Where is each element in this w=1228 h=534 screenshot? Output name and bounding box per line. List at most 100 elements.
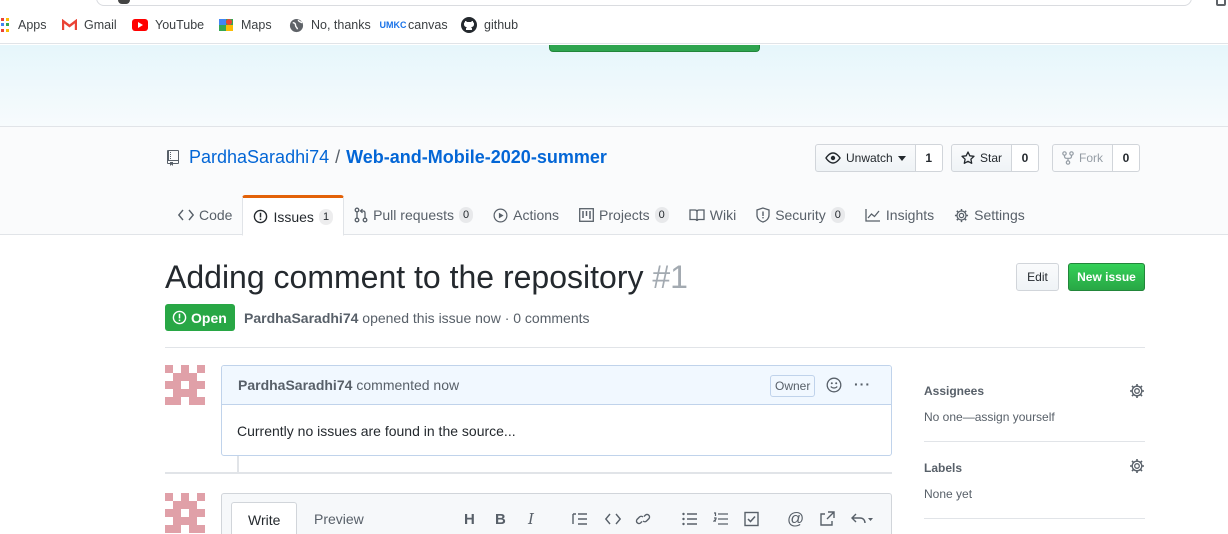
- tab-actions[interactable]: Actions: [483, 195, 569, 235]
- eye-icon: [825, 152, 841, 164]
- preview-tab[interactable]: Preview: [298, 502, 380, 534]
- unwatch-label: Unwatch: [846, 151, 893, 165]
- mention-icon[interactable]: @: [787, 509, 804, 528]
- tab-pull-requests[interactable]: Pull requests 0: [344, 195, 483, 235]
- tab-label: Insights: [885, 207, 935, 223]
- caret-down-icon: [897, 155, 906, 161]
- tab-code[interactable]: Code: [166, 195, 242, 235]
- canvas-icon: UMKC: [379, 20, 407, 30]
- tab-wiki[interactable]: Wiki: [679, 195, 746, 235]
- tab-settings[interactable]: Settings: [944, 195, 1035, 235]
- tab-label: Wiki: [709, 207, 737, 223]
- header-divider: [165, 347, 1145, 348]
- tab-issues[interactable]: Issues 1: [242, 195, 345, 236]
- browser-menu-icon[interactable]: [1216, 0, 1226, 6]
- bookmark-gmail[interactable]: Gmail: [61, 16, 117, 34]
- cross-reference-icon[interactable]: [819, 511, 835, 527]
- bookmarks-bar: Apps Gmail YouTube Maps No, thanks UMKC …: [0, 0, 1228, 44]
- new-issue-button[interactable]: New issue: [1068, 263, 1145, 291]
- issue-opened-icon: [254, 209, 268, 224]
- unordered-list-icon[interactable]: [682, 511, 698, 527]
- address-bar[interactable]: [96, 0, 1192, 6]
- git-pull-request-icon: [354, 207, 368, 223]
- apps-icon: [0, 17, 10, 33]
- bookmark-apps[interactable]: Apps: [0, 16, 47, 34]
- play-icon: [493, 208, 508, 222]
- owner-badge: Owner: [770, 375, 816, 397]
- book-icon: [689, 208, 705, 221]
- bookmark-maps[interactable]: Maps: [218, 16, 272, 34]
- project-icon: [579, 208, 594, 222]
- bookmark-label: YouTube: [155, 18, 205, 32]
- comment-timestamp: commented now: [356, 377, 460, 393]
- italic-icon[interactable]: I: [528, 510, 534, 528]
- tab-label: Security: [775, 207, 826, 223]
- tab-security[interactable]: Security 0: [746, 195, 855, 235]
- labels-value: None yet: [924, 487, 973, 501]
- link-icon[interactable]: [635, 511, 651, 527]
- signup-banner: [0, 45, 1228, 127]
- tab-label: Pull requests: [373, 207, 454, 223]
- sidebar-divider: [924, 518, 1145, 519]
- repo-name-link[interactable]: Web-and-Mobile-2020-summer: [346, 147, 607, 168]
- repo-forked-icon: [1062, 151, 1074, 165]
- star-icon: [961, 151, 975, 164]
- projects-counter: 0: [654, 207, 669, 223]
- smiley-icon[interactable]: [826, 377, 842, 393]
- tab-label: Issues: [273, 208, 314, 225]
- unwatch-button[interactable]: Unwatch: [815, 144, 916, 172]
- issue-title: Adding comment to the repository #1: [165, 259, 688, 296]
- bold-icon[interactable]: B: [495, 511, 506, 528]
- tab-label: Projects: [599, 207, 650, 223]
- shield-icon: [756, 207, 770, 223]
- code-icon[interactable]: [605, 511, 621, 527]
- bookmark-github[interactable]: github: [461, 16, 518, 34]
- avatar[interactable]: [165, 493, 205, 533]
- reply-icon[interactable]: [851, 511, 873, 527]
- fork-label: Fork: [1079, 151, 1103, 165]
- tab-label: Code: [199, 207, 233, 223]
- repo-nav-tabs: Code Issues 1 Pull requests 0 Actions Pr…: [166, 195, 1035, 236]
- issue-state-badge: Open: [165, 304, 235, 331]
- quote-icon[interactable]: [572, 511, 588, 527]
- assignees-heading: Assignees: [924, 384, 985, 398]
- issue-state-label: Open: [191, 309, 227, 326]
- star-button[interactable]: Star: [951, 144, 1013, 172]
- write-tab[interactable]: Write: [231, 502, 298, 534]
- globe-icon: [288, 17, 304, 33]
- tab-label: Settings: [974, 207, 1025, 223]
- bookmark-no-thanks[interactable]: No, thanks: [288, 16, 371, 34]
- star-button-group: Star 0: [951, 144, 1040, 172]
- bookmark-label: No, thanks: [311, 18, 371, 32]
- edit-title-button[interactable]: Edit: [1016, 263, 1059, 291]
- issue-comment: PardhaSaradhi74 commented now Owner ··· …: [221, 365, 892, 456]
- assignees-value[interactable]: No one—assign yourself: [924, 410, 1055, 424]
- issue-author-link[interactable]: PardhaSaradhi74: [244, 310, 358, 326]
- banner-button[interactable]: [549, 45, 760, 52]
- issue-meta-text: opened this issue now · 0 comments: [362, 310, 590, 326]
- comment-author-link[interactable]: PardhaSaradhi74: [238, 377, 352, 393]
- tab-insights[interactable]: Insights: [855, 195, 944, 235]
- youtube-icon: [132, 17, 148, 33]
- bookmark-youtube[interactable]: YouTube: [132, 16, 204, 34]
- comment-more-button[interactable]: ···: [854, 376, 871, 392]
- bookmark-label: Apps: [18, 18, 47, 32]
- tab-projects[interactable]: Projects 0: [569, 195, 679, 235]
- fork-button-group: Fork 0: [1052, 144, 1140, 172]
- timeline-end-divider: [165, 472, 892, 474]
- task-list-icon[interactable]: [744, 511, 759, 527]
- comment-header: PardhaSaradhi74 commented now Owner ···: [222, 366, 891, 405]
- bookmark-canvas[interactable]: UMKC canvas: [379, 16, 448, 34]
- watchers-count[interactable]: 1: [915, 144, 943, 172]
- github-icon: [461, 17, 477, 33]
- assignees-gear-icon[interactable]: [1129, 383, 1145, 399]
- labels-gear-icon[interactable]: [1129, 458, 1145, 474]
- forks-count[interactable]: 0: [1113, 144, 1140, 172]
- timeline-line: [237, 456, 239, 472]
- repo-owner-link[interactable]: PardhaSaradhi74: [189, 147, 329, 168]
- stargazers-count[interactable]: 0: [1012, 144, 1040, 172]
- heading-icon[interactable]: H: [464, 511, 475, 528]
- avatar[interactable]: [165, 365, 205, 405]
- fork-button[interactable]: Fork: [1052, 144, 1113, 172]
- ordered-list-icon[interactable]: [713, 511, 729, 527]
